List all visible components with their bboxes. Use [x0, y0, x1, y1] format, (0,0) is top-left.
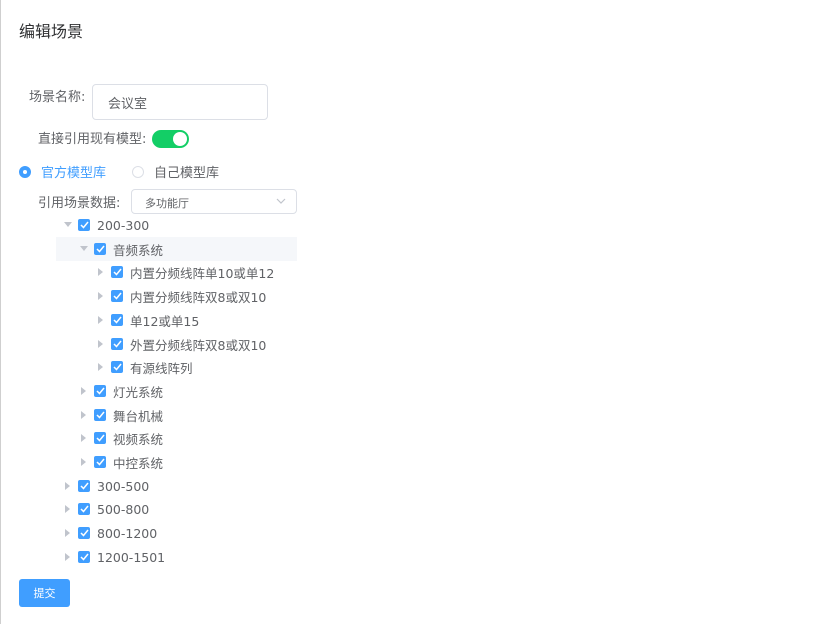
tree-node[interactable]: 内置分频线阵单10或单12	[95, 262, 274, 282]
submit-button[interactable]: 提交	[19, 579, 70, 607]
radio-official-library-label: 官方模型库	[41, 166, 107, 181]
radio-own-library-label: 自己模型库	[154, 166, 220, 181]
checkbox-checked-icon[interactable]	[111, 361, 123, 373]
tree-node[interactable]: 单12或单15	[95, 310, 199, 330]
radio-unchecked-icon	[132, 165, 144, 178]
tree-node[interactable]: 1200-1501	[62, 547, 165, 567]
caret-right-icon[interactable]	[62, 527, 74, 539]
use-model-switch[interactable]	[152, 130, 189, 148]
caret-right-icon[interactable]	[78, 456, 90, 468]
caret-right-icon[interactable]	[62, 503, 74, 515]
caret-right-icon[interactable]	[95, 314, 107, 326]
caret-right-icon[interactable]	[78, 432, 90, 444]
tree-node-label: 200-300	[97, 217, 150, 233]
tree-node-label: 1200-1501	[97, 549, 166, 565]
tree-node[interactable]: 500-800	[62, 499, 149, 519]
tree-node[interactable]: 视频系统	[78, 428, 163, 448]
checkbox-checked-icon[interactable]	[78, 527, 90, 539]
tree-node[interactable]: 灯光系统	[78, 381, 163, 401]
radio-official-library[interactable]: 官方模型库	[19, 162, 106, 181]
tree-node-label: 有源线阵列	[130, 360, 193, 376]
radio-checked-icon	[19, 165, 31, 178]
tree-node[interactable]: 有源线阵列	[95, 357, 193, 377]
checkbox-checked-icon[interactable]	[111, 266, 123, 278]
use-model-label: 直接引用现有模型:	[38, 132, 147, 147]
caret-right-icon[interactable]	[62, 551, 74, 563]
tree-node-label: 300-500	[97, 478, 150, 494]
caret-right-icon[interactable]	[95, 290, 107, 302]
checkbox-checked-icon[interactable]	[94, 243, 106, 255]
tree-node[interactable]: 音频系统	[78, 239, 163, 259]
scene-data-select[interactable]: 多功能厅	[131, 189, 297, 214]
checkbox-checked-icon[interactable]	[94, 456, 106, 468]
caret-right-icon[interactable]	[95, 361, 107, 373]
tree-node-label: 视频系统	[113, 431, 164, 447]
checkbox-checked-icon[interactable]	[111, 314, 123, 326]
tree-node-label: 单12或单15	[130, 313, 200, 329]
checkbox-checked-icon[interactable]	[78, 503, 90, 515]
checkbox-checked-icon[interactable]	[94, 432, 106, 444]
tree-node[interactable]: 舞台机械	[78, 405, 163, 425]
checkbox-checked-icon[interactable]	[94, 385, 106, 397]
tree-node-label: 500-800	[97, 501, 150, 517]
caret-right-icon[interactable]	[78, 409, 90, 421]
chevron-down-icon	[276, 198, 286, 204]
tree-node[interactable]: 外置分频线阵双8或双10	[95, 334, 266, 354]
caret-down-icon[interactable]	[78, 243, 90, 255]
scene-data-select-value: 多功能厅	[145, 197, 189, 210]
checkbox-checked-icon[interactable]	[111, 290, 123, 302]
window-left-edge	[0, 0, 1, 624]
caret-down-icon[interactable]	[62, 219, 74, 231]
tree-node-label: 灯光系统	[113, 384, 164, 400]
tree-node-label: 外置分频线阵双8或双10	[130, 337, 267, 353]
scene-data-label: 引用场景数据:	[38, 196, 121, 211]
switch-knob	[173, 132, 187, 146]
checkbox-checked-icon[interactable]	[78, 551, 90, 563]
tree-node[interactable]: 200-300	[62, 215, 149, 235]
tree-node-label: 内置分频线阵单10或单12	[130, 265, 275, 281]
caret-right-icon[interactable]	[95, 266, 107, 278]
tree-node-label: 音频系统	[113, 242, 164, 258]
scene-name-input[interactable]	[92, 84, 268, 120]
tree-node[interactable]: 800-1200	[62, 523, 157, 543]
checkbox-checked-icon[interactable]	[94, 409, 106, 421]
tree-node[interactable]: 内置分频线阵双8或双10	[95, 286, 266, 306]
radio-own-library[interactable]: 自己模型库	[132, 162, 219, 181]
tree-node[interactable]: 300-500	[62, 476, 149, 496]
caret-right-icon[interactable]	[78, 385, 90, 397]
checkbox-checked-icon[interactable]	[78, 480, 90, 492]
dialog-title: 编辑场景	[19, 22, 84, 41]
tree-node-label: 中控系统	[113, 455, 164, 471]
checkbox-checked-icon[interactable]	[111, 338, 123, 350]
tree-node[interactable]: 中控系统	[78, 452, 163, 472]
caret-right-icon[interactable]	[62, 480, 74, 492]
tree-node-label: 舞台机械	[113, 408, 164, 424]
tree-node-label: 800-1200	[97, 525, 158, 541]
scene-name-label: 场景名称:	[29, 90, 86, 105]
tree-node-label: 内置分频线阵双8或双10	[130, 289, 267, 305]
caret-right-icon[interactable]	[95, 338, 107, 350]
checkbox-checked-icon[interactable]	[78, 219, 90, 231]
